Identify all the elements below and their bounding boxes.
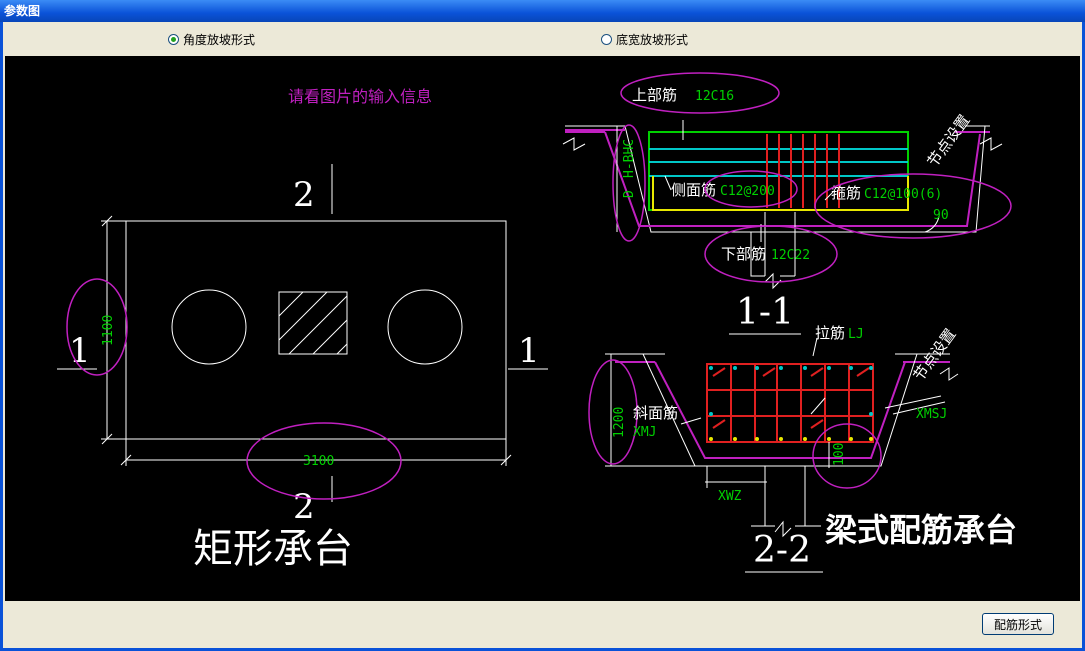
dim-width-text: 3100	[303, 454, 334, 469]
stirrup-highlight	[814, 173, 1012, 239]
section-1-1: H-BHC D 上部筋 12C16 侧面筋 C12@200 箍筋 C12@100…	[562, 72, 1012, 335]
xwz-text: XWZ	[718, 489, 742, 504]
section-1-1-title: 1-1	[736, 292, 794, 333]
radio-unchecked-icon[interactable]	[601, 33, 612, 45]
xmsj-text: XMSJ	[916, 407, 947, 422]
width-slope-label[interactable]: 底宽放坡形式	[616, 31, 688, 48]
dim-height-text: 1100	[101, 315, 116, 346]
side-bar-value: C12@200	[720, 184, 775, 199]
beam-cap-caption: 梁式配筋承台	[825, 511, 1017, 549]
window-titlebar: 参数图	[0, 0, 1085, 22]
section-mark-top: 2	[293, 175, 315, 215]
diagram-svg: 请看图片的输入信息 2 2 1 1 1100 3100 矩形承台 H-BHC D…	[57, 72, 1017, 573]
radio-checked-icon[interactable]	[168, 33, 179, 45]
bottom-bar-value: 12C22	[771, 248, 810, 263]
section-2-2-title: 2-2	[753, 530, 811, 571]
hint-text: 请看图片的输入信息	[288, 87, 432, 106]
angle-slope-radio[interactable]: 角度放坡形式	[168, 31, 255, 47]
pile-right	[387, 289, 463, 365]
dim-2-height-text: 1200	[612, 407, 627, 438]
xmj-text: XMJ	[633, 425, 656, 440]
column-hatch	[278, 291, 348, 355]
pile-left	[171, 289, 247, 365]
rect-cap-caption: 矩形承台	[193, 526, 353, 572]
section-2-2-slope	[654, 361, 906, 459]
section-mark-left: 1	[69, 331, 91, 371]
slope-option-row: 角度放坡形式 底宽放坡形式	[3, 22, 1082, 56]
column-hatched	[278, 291, 348, 355]
parameter-diagram: 请看图片的输入信息 2 2 1 1 1100 3100 矩形承台 H-BHC D…	[5, 56, 1080, 601]
dim-height-highlight	[66, 278, 128, 376]
cap-outline	[125, 220, 507, 440]
node-label-1: 节点设置	[924, 111, 974, 170]
top-bar-label: 上部筋	[632, 86, 677, 104]
section-mark-right: 1	[518, 331, 540, 371]
slope-bar-label: 斜面筋	[633, 404, 678, 422]
angle-text: 90	[933, 208, 949, 223]
dim-100-text: 100	[832, 443, 847, 466]
window-body: 角度放坡形式 底宽放坡形式 请看图片的输入信息 2 2 1 1 1100 310…	[3, 22, 1082, 648]
bottom-bar-label: 下部筋	[721, 245, 766, 263]
section-1-1-outline	[624, 125, 986, 233]
rect-cap-plan: 2 2 1 1 1100 3100 矩形承台	[57, 164, 548, 572]
angle-slope-label[interactable]: 角度放坡形式	[183, 31, 255, 48]
width-slope-radio[interactable]: 底宽放坡形式	[601, 31, 688, 47]
tie-value: LJ	[848, 327, 864, 342]
rebar-config-button[interactable]: 配筋形式	[982, 613, 1054, 635]
section-mark-bottom: 2	[293, 487, 315, 527]
tie-label: 拉筋	[815, 324, 845, 342]
top-bar-value: 12C16	[695, 89, 734, 104]
window-title: 参数图	[4, 4, 41, 18]
stirrup-value: C12@100(6)	[864, 187, 942, 202]
d-text: D	[622, 190, 637, 198]
h-bhc-text: H-BHC	[622, 139, 637, 178]
